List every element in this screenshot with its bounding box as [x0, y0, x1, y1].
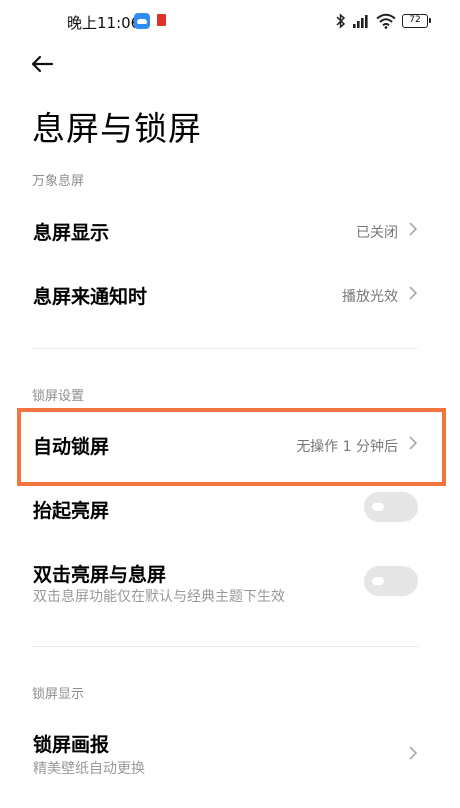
- wifi-icon: [376, 13, 396, 29]
- row-value: 播放光效: [342, 289, 398, 305]
- section-label-lock-display: 锁屏显示: [32, 687, 85, 702]
- chevron-right-icon: [409, 222, 418, 236]
- toggle-knob: [372, 503, 384, 511]
- row-value: 已关闭: [356, 225, 398, 241]
- cellular-signal-icon: [352, 13, 370, 29]
- cloud-app-icon: [134, 13, 150, 29]
- section-label-lock-settings: 锁屏设置: [32, 389, 85, 404]
- page-title: 息屏与锁屏: [32, 109, 202, 148]
- row-subtitle: 双击息屏功能仅在默认与经典主题下生效: [33, 589, 285, 605]
- row-title: 抬起亮屏: [33, 500, 110, 522]
- lock-screen-settings-page: 晚上11:06 72 息屏与锁屏 万象息屏 息屏显示 已关闭 息屏来通知时 播放…: [0, 0, 460, 808]
- row-title: 锁屏画报: [33, 734, 110, 756]
- row-notification-effect[interactable]: 息屏来通知时 播放光效: [0, 264, 460, 322]
- row-raise-to-wake[interactable]: 抬起亮屏: [0, 482, 460, 538]
- status-icons: 72: [336, 11, 431, 31]
- status-time: 晚上11:06: [67, 14, 141, 32]
- back-button[interactable]: [30, 52, 58, 76]
- row-title: 息屏显示: [33, 222, 110, 244]
- row-double-tap[interactable]: 双击亮屏与息屏 双击息屏功能仅在默认与经典主题下生效: [0, 550, 460, 614]
- section-divider: [32, 646, 418, 647]
- chevron-right-icon: [409, 746, 418, 760]
- row-title: 息屏来通知时: [33, 286, 148, 308]
- battery-indicator: 72: [402, 14, 431, 28]
- highlight-box: [17, 408, 446, 486]
- chevron-right-icon: [409, 286, 418, 300]
- bluetooth-icon: [336, 13, 346, 29]
- row-ambient-display[interactable]: 息屏显示 已关闭: [0, 200, 460, 258]
- status-bar: 晚上11:06 72: [0, 0, 460, 44]
- raise-to-wake-toggle[interactable]: [364, 492, 418, 522]
- section-divider: [32, 348, 418, 349]
- toggle-knob: [372, 577, 384, 585]
- double-tap-toggle[interactable]: [364, 566, 418, 596]
- back-arrow-icon: [31, 55, 54, 73]
- row-title: 双击亮屏与息屏: [33, 564, 167, 586]
- row-lock-wallpaper[interactable]: 锁屏画报 精美壁纸自动更换: [0, 722, 460, 786]
- red-app-icon: [157, 14, 166, 26]
- section-label-ambient: 万象息屏: [32, 174, 85, 189]
- row-subtitle: 精美壁纸自动更换: [33, 761, 145, 777]
